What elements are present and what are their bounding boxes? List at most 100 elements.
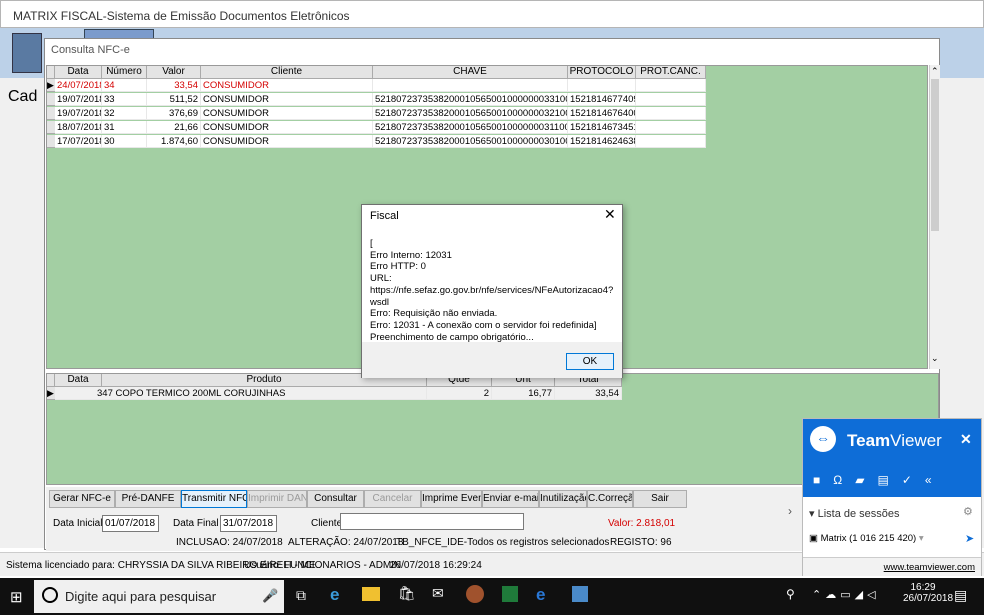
- mail-icon[interactable]: ✉: [432, 585, 444, 602]
- imprimir-danfe-button[interactable]: Imprimir DANFE: [247, 490, 307, 508]
- col-header-numero[interactable]: Número: [102, 66, 147, 79]
- consultar-button[interactable]: Consultar: [307, 490, 364, 508]
- gerar-nfce-button[interactable]: Gerar NFC-e: [49, 490, 115, 508]
- data-final-input[interactable]: [220, 515, 277, 532]
- cell-cliente[interactable]: CONSUMIDOR: [201, 93, 373, 106]
- session-item[interactable]: ▣ Matrix (1 016 215 420) ▾: [809, 533, 924, 544]
- tray-icons[interactable]: ⌃☁▭◢◁: [812, 588, 880, 601]
- row-indicator[interactable]: [47, 93, 55, 106]
- inutilizacao-button[interactable]: Inutilização: [539, 490, 587, 508]
- store-icon[interactable]: 🛍: [398, 585, 416, 602]
- windows-start-icon[interactable]: ⊞: [10, 588, 23, 606]
- excel-icon[interactable]: [502, 586, 518, 602]
- cell-data[interactable]: 19/07/2018: [55, 93, 102, 106]
- task-view-icon[interactable]: ⧉: [296, 587, 306, 604]
- item-total[interactable]: 33,54: [555, 387, 622, 400]
- cell-chave[interactable]: 5218072373538200010565001000000031100011…: [373, 121, 568, 134]
- col-header-item-data[interactable]: Data: [55, 374, 102, 387]
- cell-numero[interactable]: 31: [102, 121, 147, 134]
- col-header-cliente[interactable]: Cliente: [201, 66, 373, 79]
- enviar-email-button[interactable]: Enviar e-mail: [482, 490, 539, 508]
- row-indicator[interactable]: [47, 121, 55, 134]
- cell-protocolo[interactable]: [568, 79, 636, 92]
- col-header-data[interactable]: Data: [55, 66, 102, 79]
- cell-valor[interactable]: 1.874,60: [147, 135, 201, 148]
- matrix-app-icon[interactable]: [572, 586, 588, 602]
- cell-prot-canc[interactable]: [636, 79, 706, 92]
- cliente-input[interactable]: [340, 513, 524, 530]
- cell-protocolo[interactable]: 152181467640093: [568, 107, 636, 120]
- data-inicial-input[interactable]: [102, 515, 159, 532]
- data-inicial-label: Data Inicial: [53, 518, 103, 529]
- cell-prot-canc[interactable]: [636, 135, 706, 148]
- clock[interactable]: 16:29 26/07/2018: [903, 582, 953, 604]
- col-header-chave[interactable]: CHAVE: [373, 66, 568, 79]
- scroll-thumb[interactable]: [931, 79, 939, 231]
- scroll-down-icon[interactable]: ⌄: [931, 353, 939, 364]
- pre-danfe-button[interactable]: Pré-DANFE: [115, 490, 181, 508]
- row-pointer-icon[interactable]: ▶: [47, 79, 55, 92]
- item-qtde[interactable]: 2: [427, 387, 492, 400]
- cell-valor[interactable]: 511,52: [147, 93, 201, 106]
- cell-numero[interactable]: 32: [102, 107, 147, 120]
- notification-icon[interactable]: ▤: [954, 587, 967, 604]
- cell-protocolo[interactable]: 152181467345154: [568, 121, 636, 134]
- cell-chave[interactable]: 5218072373538200010565001000000033100011…: [373, 93, 568, 106]
- cell-cliente[interactable]: CONSUMIDOR: [201, 121, 373, 134]
- video-icon: ■: [813, 473, 834, 487]
- sair-button[interactable]: Sair: [633, 490, 687, 508]
- connect-cursor-icon[interactable]: ➤: [965, 532, 974, 545]
- gear-icon[interactable]: ⚙: [963, 505, 973, 518]
- cell-valor[interactable]: 33,54: [147, 79, 201, 92]
- search-box[interactable]: Digite aqui para pesquisar 🎤: [34, 580, 284, 613]
- cell-chave[interactable]: 5218072373538200010565001000000030100011…: [373, 135, 568, 148]
- sessions-header[interactable]: ▾ Lista de sessões: [809, 507, 900, 520]
- cell-valor[interactable]: 376,69: [147, 107, 201, 120]
- ie-icon[interactable]: e: [536, 585, 545, 605]
- row-indicator[interactable]: [47, 107, 55, 120]
- transmitir-nfce-button[interactable]: Transmitir NFC-e: [181, 490, 247, 508]
- registro-info: REGISTO: 96: [610, 537, 672, 548]
- close-icon[interactable]: ✕: [960, 431, 972, 448]
- cancelar-button[interactable]: Cancelar: [364, 490, 421, 508]
- cell-chave[interactable]: [373, 79, 568, 92]
- cell-prot-canc[interactable]: [636, 121, 706, 134]
- col-header-protocolo[interactable]: PROTOCOLO: [568, 66, 636, 79]
- people-icon[interactable]: ⚲: [786, 587, 795, 601]
- cell-numero[interactable]: 34: [102, 79, 147, 92]
- scroll-up-icon[interactable]: ⌃: [931, 66, 939, 77]
- cell-protocolo[interactable]: 152181462463834: [568, 135, 636, 148]
- cell-numero[interactable]: 30: [102, 135, 147, 148]
- cell-data[interactable]: 18/07/2018: [55, 121, 102, 134]
- edge-icon[interactable]: e: [330, 585, 339, 605]
- cell-numero[interactable]: 33: [102, 93, 147, 106]
- ok-button[interactable]: OK: [566, 353, 614, 370]
- item-unt[interactable]: 16,77: [492, 387, 555, 400]
- cadastro-icon[interactable]: [12, 33, 42, 73]
- correcao-button[interactable]: C.Correção: [587, 490, 633, 508]
- col-header-valor[interactable]: Valor: [147, 66, 201, 79]
- tabela-info: TB_NFCE_IDE-Todos os registros seleciona…: [396, 537, 610, 548]
- teamviewer-link[interactable]: www.teamviewer.com: [803, 557, 981, 576]
- cell-data[interactable]: 17/07/2018: [55, 135, 102, 148]
- cell-chave[interactable]: 5218072373538200010565001000000032100011…: [373, 107, 568, 120]
- cell-data[interactable]: 24/07/2018: [55, 79, 102, 92]
- row-indicator[interactable]: [47, 135, 55, 148]
- file-explorer-icon[interactable]: [362, 587, 380, 601]
- mic-icon[interactable]: 🎤: [262, 588, 278, 604]
- cell-valor[interactable]: 21,66: [147, 121, 201, 134]
- cell-prot-canc[interactable]: [636, 93, 706, 106]
- teamviewer-toolbar[interactable]: ■Ω▰▤✓«: [813, 473, 945, 487]
- item-produto[interactable]: 347 COPO TERMICO 200ML CORUJINHAS: [55, 387, 427, 400]
- cell-cliente[interactable]: CONSUMIDOR: [201, 135, 373, 148]
- cell-prot-canc[interactable]: [636, 107, 706, 120]
- app-icon[interactable]: [466, 585, 484, 603]
- col-header-prot-canc[interactable]: PROT.CANC.: [636, 66, 706, 79]
- chevron-right-icon[interactable]: ›: [788, 504, 792, 518]
- close-icon[interactable]: ✕: [604, 206, 616, 223]
- cell-cliente[interactable]: CONSUMIDOR: [201, 79, 373, 92]
- imprime-evento-button[interactable]: Imprime Evento: [421, 490, 482, 508]
- cell-cliente[interactable]: CONSUMIDOR: [201, 107, 373, 120]
- cell-data[interactable]: 19/07/2018: [55, 107, 102, 120]
- cell-protocolo[interactable]: 152181467740987: [568, 93, 636, 106]
